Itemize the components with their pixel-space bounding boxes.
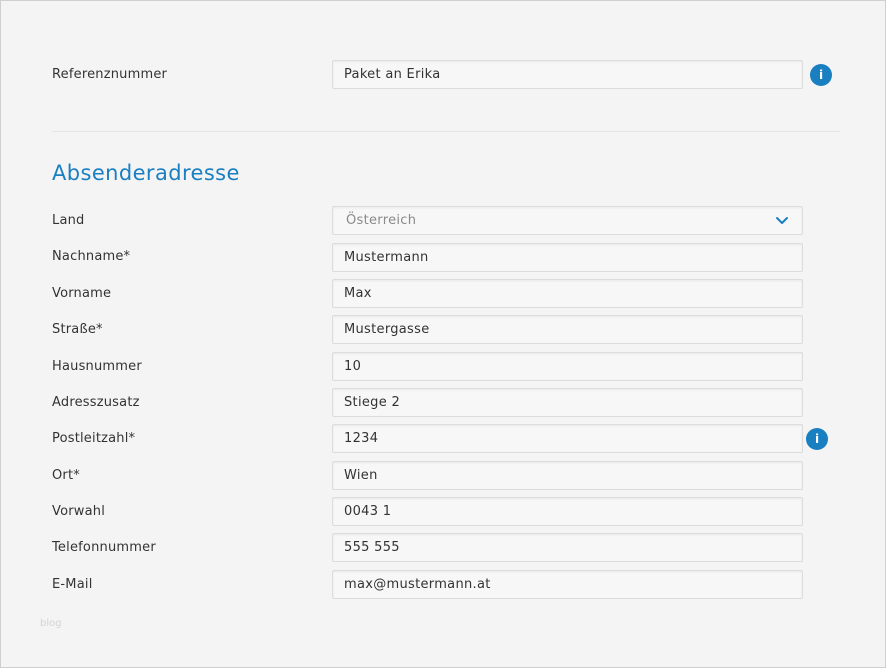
reference-label: Referenznummer [52,67,168,82]
land-label: Land [52,213,85,228]
ort-input[interactable]: Wien [332,461,803,490]
postleitzahl-info-icon[interactable]: i [806,428,828,450]
telefonnummer-label: Telefonnummer [52,540,156,555]
section-title: Absenderadresse [52,161,240,185]
strasse-label: Straße* [52,322,103,337]
email-input[interactable]: max@mustermann.at [332,570,803,599]
vorname-input[interactable]: Max [332,279,803,308]
telefonnummer-value: 555 555 [344,540,400,555]
nachname-label: Nachname* [52,249,131,264]
watermark: blog [40,618,62,629]
adresszusatz-label: Adresszusatz [52,395,140,410]
postleitzahl-label: Postleitzahl* [52,431,136,446]
adresszusatz-value: Stiege 2 [344,395,401,410]
chevron-down-icon [776,217,788,224]
divider [52,131,840,132]
adresszusatz-input[interactable]: Stiege 2 [332,388,803,417]
hausnummer-label: Hausnummer [52,359,142,374]
hausnummer-input[interactable]: 10 [332,352,803,381]
vorwahl-input[interactable]: 0043 1 [332,497,803,526]
nachname-input[interactable]: Mustermann [332,243,803,272]
ort-value: Wien [344,468,378,483]
form-panel: Referenznummer Paket an Erika i Absender… [0,0,886,668]
hausnummer-value: 10 [344,359,362,374]
nachname-value: Mustermann [344,250,429,265]
land-value: Österreich [346,213,417,228]
reference-value: Paket an Erika [344,67,441,82]
land-select[interactable]: Österreich [332,206,803,235]
postleitzahl-value: 1234 [344,431,379,446]
telefonnummer-input[interactable]: 555 555 [332,533,803,562]
strasse-input[interactable]: Mustergasse [332,315,803,344]
ort-label: Ort* [52,468,80,483]
vorwahl-label: Vorwahl [52,504,106,519]
vorname-value: Max [344,286,372,301]
vorname-label: Vorname [52,286,112,301]
email-label: E-Mail [52,577,93,592]
info-icon[interactable]: i [810,64,832,86]
vorwahl-value: 0043 1 [344,504,392,519]
strasse-value: Mustergasse [344,322,430,337]
reference-input[interactable]: Paket an Erika [332,60,803,89]
postleitzahl-input[interactable]: 1234 [332,424,803,453]
email-value: max@mustermann.at [344,577,491,592]
